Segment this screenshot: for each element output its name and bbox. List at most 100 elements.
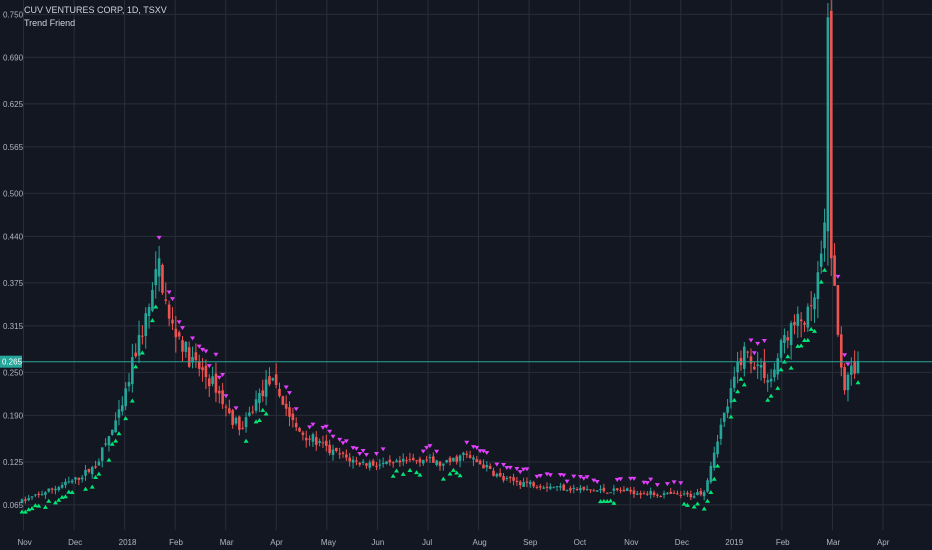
candle-body bbox=[609, 492, 612, 494]
candle-body bbox=[746, 351, 749, 353]
candle-body bbox=[642, 493, 646, 495]
candle-body bbox=[37, 493, 41, 495]
x-tick-label: Feb bbox=[776, 538, 790, 547]
candle-body bbox=[121, 405, 124, 412]
candle-body bbox=[572, 487, 576, 490]
candle-body bbox=[823, 222, 826, 249]
candle-body bbox=[97, 461, 101, 466]
candle-body bbox=[181, 340, 184, 352]
candle-body bbox=[345, 454, 348, 458]
candle-body bbox=[542, 487, 545, 489]
x-tick-label: Apr bbox=[270, 538, 283, 547]
candle-body bbox=[545, 486, 549, 488]
candle-body bbox=[692, 496, 696, 498]
candle-body bbox=[495, 474, 499, 477]
candle-body bbox=[405, 460, 408, 462]
x-tick-label: Aug bbox=[473, 538, 487, 547]
price-chart[interactable]: 0.750 0.690 0.625 0.565 0.500 0.440 0.375 0.315… bbox=[0, 0, 932, 550]
candle-body bbox=[689, 494, 693, 498]
x-tick-label: Dec bbox=[675, 538, 689, 547]
candle-body bbox=[475, 459, 479, 463]
candle-body bbox=[779, 340, 783, 358]
candle-body bbox=[375, 465, 378, 467]
candle-body bbox=[850, 365, 853, 375]
candle-body bbox=[365, 463, 368, 466]
candle-body bbox=[244, 417, 248, 428]
candle-body bbox=[462, 452, 465, 455]
candle-body bbox=[217, 390, 221, 394]
candle-body bbox=[425, 459, 428, 461]
candle-body bbox=[458, 455, 462, 461]
candle-body bbox=[696, 492, 699, 496]
y-tick-label: 0.500 bbox=[3, 189, 24, 198]
candle-body bbox=[706, 480, 709, 492]
candle-body bbox=[799, 319, 803, 322]
y-tick-label: 0.190 bbox=[3, 411, 24, 420]
candle-body bbox=[716, 441, 719, 455]
candle-body bbox=[204, 365, 208, 377]
candle-body bbox=[284, 403, 288, 409]
candle-body bbox=[114, 420, 117, 433]
candle-body bbox=[726, 406, 729, 413]
candle-body bbox=[482, 464, 485, 469]
candle-body bbox=[622, 489, 626, 492]
candle-body bbox=[579, 487, 582, 491]
candle-body bbox=[786, 337, 790, 341]
candle-body bbox=[131, 357, 134, 385]
candle-body bbox=[44, 492, 47, 495]
x-tick-label: May bbox=[321, 538, 336, 547]
candle-body bbox=[278, 388, 281, 397]
candle-body bbox=[809, 305, 813, 307]
candle-body bbox=[846, 374, 850, 391]
candle-body bbox=[30, 496, 34, 498]
candle-body bbox=[839, 334, 843, 368]
candle-body bbox=[157, 258, 161, 277]
candle-body bbox=[455, 456, 459, 462]
candle-body bbox=[110, 429, 114, 435]
candle-body bbox=[719, 424, 723, 439]
candle-body bbox=[87, 468, 91, 472]
candle-body bbox=[682, 493, 686, 495]
candle-body bbox=[856, 361, 860, 373]
candle-body bbox=[722, 412, 726, 422]
candle-body bbox=[736, 361, 739, 373]
candle-body bbox=[221, 390, 224, 405]
candle-body bbox=[806, 306, 810, 328]
candle-body bbox=[328, 444, 331, 454]
candle-body bbox=[57, 487, 61, 490]
candle-body bbox=[783, 335, 786, 343]
candle-body bbox=[301, 432, 305, 435]
candle-body bbox=[732, 376, 736, 388]
candle-body bbox=[465, 453, 469, 455]
symbol-title[interactable]: CUV VENTURES CORP, 1D, TSXV bbox=[24, 4, 167, 17]
candle-body bbox=[174, 328, 178, 338]
candle-body bbox=[321, 442, 325, 444]
candle-body bbox=[472, 457, 475, 460]
candle-body bbox=[428, 457, 432, 459]
candle-body bbox=[729, 388, 733, 403]
candle-body bbox=[40, 494, 44, 496]
candle-body bbox=[555, 486, 559, 488]
candle-body bbox=[171, 319, 174, 324]
candle-body bbox=[488, 465, 492, 470]
candle-body bbox=[50, 488, 54, 490]
candle-body bbox=[117, 409, 121, 418]
candle-body bbox=[749, 356, 753, 364]
chart-legend: CUV VENTURES CORP, 1D, TSXV Trend Friend bbox=[24, 4, 167, 30]
last-price-label: 0.265 bbox=[2, 358, 23, 367]
candle-body bbox=[84, 469, 87, 476]
candle-body bbox=[298, 427, 301, 432]
indicator-label[interactable]: Trend Friend bbox=[24, 17, 167, 30]
candle-body bbox=[646, 493, 649, 495]
x-tick-label: 2019 bbox=[725, 538, 743, 547]
candle-body bbox=[549, 486, 552, 489]
x-tick-label: Feb bbox=[169, 538, 183, 547]
candle-body bbox=[492, 470, 495, 476]
candle-body bbox=[505, 478, 509, 480]
candle-body bbox=[816, 272, 820, 300]
candle-body bbox=[264, 379, 268, 397]
y-tick-label: 0.315 bbox=[3, 322, 24, 331]
candle-body bbox=[207, 378, 211, 387]
candle-body bbox=[167, 304, 171, 319]
candle-body bbox=[445, 460, 448, 463]
